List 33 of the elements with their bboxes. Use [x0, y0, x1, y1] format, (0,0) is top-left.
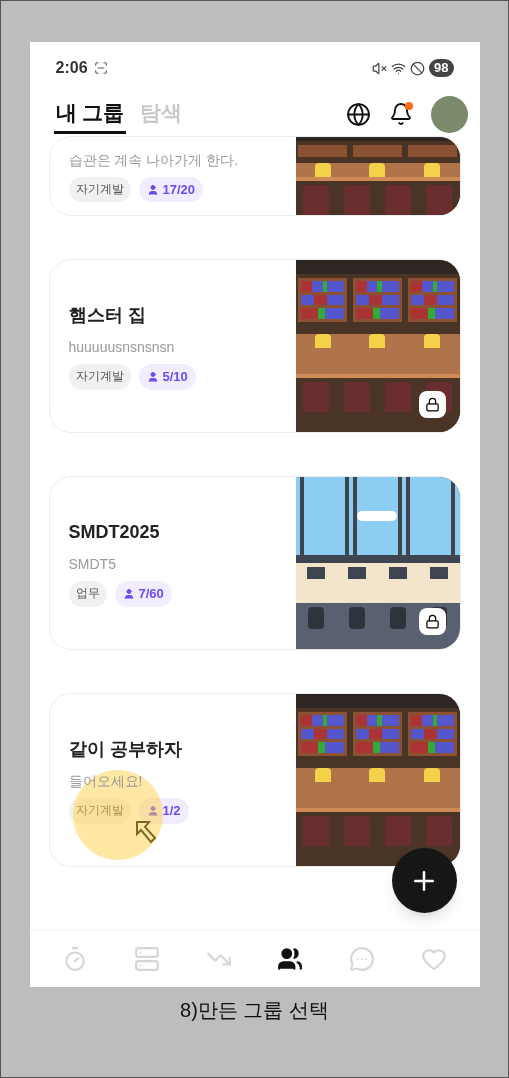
category-tag: 자기계발	[68, 176, 131, 203]
member-count-tag: 7/60	[114, 581, 172, 607]
group-title: SMDT2025	[68, 521, 161, 545]
caption: 8)만든 그룹 선택	[180, 998, 329, 1023]
group-card[interactable]: SMDT2025 SMDT5 업무 7/60	[48, 476, 461, 650]
blocked-icon	[410, 60, 426, 76]
person-icon	[122, 588, 135, 600]
notification-icon[interactable]	[388, 102, 413, 126]
group-title: 같이 공부하자	[68, 738, 183, 762]
group-description: huuuuusnsnsnsn	[68, 338, 176, 358]
group-description: 습관은 계속 나아가게 한다.	[68, 150, 240, 170]
add-group-button[interactable]	[391, 848, 457, 913]
category-tag: 자기계발	[68, 798, 131, 824]
battery-level: 98	[429, 59, 454, 77]
avatar[interactable]	[430, 95, 468, 133]
group-title: 햄스터 집	[68, 304, 147, 328]
status-time: 2:06	[55, 58, 88, 78]
person-icon	[146, 183, 159, 196]
people-icon[interactable]	[277, 946, 304, 972]
category-tag: 자기계발	[68, 364, 131, 390]
screenshot-icon	[93, 61, 108, 75]
member-count-tag: 17/20	[138, 176, 204, 203]
group-card[interactable]: 습관은 계속 나아가게 한다. 자기계발 17/20	[48, 136, 461, 216]
member-count-tag: 1/2	[138, 798, 189, 824]
group-description: SMDT5	[68, 555, 117, 575]
group-card[interactable]: 햄스터 집 huuuuusnsnsnsn 자기계발 5/10	[48, 259, 461, 433]
mute-icon	[372, 60, 388, 76]
person-icon	[146, 805, 159, 817]
member-count-tag: 5/10	[138, 364, 196, 390]
globe-icon[interactable]	[345, 101, 371, 127]
person-icon	[146, 371, 159, 383]
wifi-icon	[391, 60, 407, 76]
category-tag: 업무	[68, 581, 107, 607]
